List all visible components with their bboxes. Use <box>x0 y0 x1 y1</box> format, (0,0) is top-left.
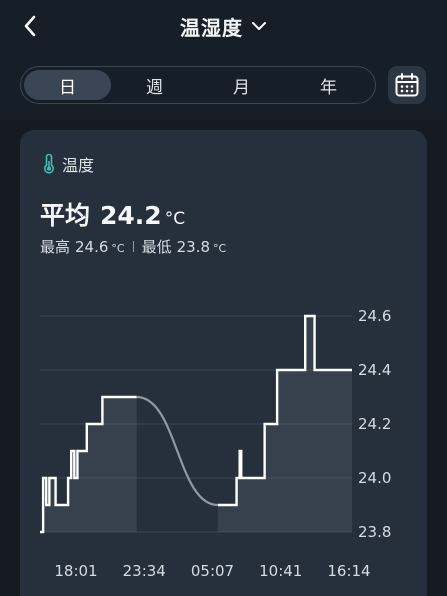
tab-day[interactable]: 日 <box>24 70 111 100</box>
x-tick-label: 18:01 <box>54 562 97 580</box>
title-dropdown[interactable]: 温湿度 <box>0 10 447 42</box>
interpolated-line <box>136 395 218 507</box>
y-tick-label: 24.4 <box>358 361 391 379</box>
app-screen: 温湿度 日 週 月 年 温度 平均 24.2 °C 最高 24.6 °C 最低 … <box>0 0 447 596</box>
y-tick-label: 23.8 <box>358 523 391 541</box>
tab-month[interactable]: 月 <box>198 70 285 100</box>
x-tick-label: 16:14 <box>327 562 370 580</box>
chevron-down-icon <box>252 22 266 30</box>
x-tick-label: 05:07 <box>191 562 234 580</box>
x-tick-label: 10:41 <box>259 562 302 580</box>
header: 温湿度 日 週 月 年 <box>0 0 447 120</box>
tab-year[interactable]: 年 <box>285 70 372 100</box>
y-tick-label: 24.6 <box>358 307 391 325</box>
period-selector: 日 週 月 年 <box>20 66 376 104</box>
calendar-button[interactable] <box>388 66 426 104</box>
page-title: 温湿度 <box>180 15 243 40</box>
y-tick-label: 24.2 <box>358 415 391 433</box>
calendar-icon <box>395 73 419 97</box>
temperature-chart[interactable]: 23.8 24.0 24.2 24.4 24.6 18:01 23:34 05:07 10:41… <box>20 130 427 596</box>
tab-week[interactable]: 週 <box>111 70 198 100</box>
temperature-card[interactable]: 温度 平均 24.2 °C 最高 24.6 °C 最低 23.8 °C 23.8… <box>20 130 427 596</box>
x-tick-label: 23:34 <box>123 562 166 580</box>
y-tick-label: 24.0 <box>358 469 391 487</box>
series-area <box>40 397 137 532</box>
